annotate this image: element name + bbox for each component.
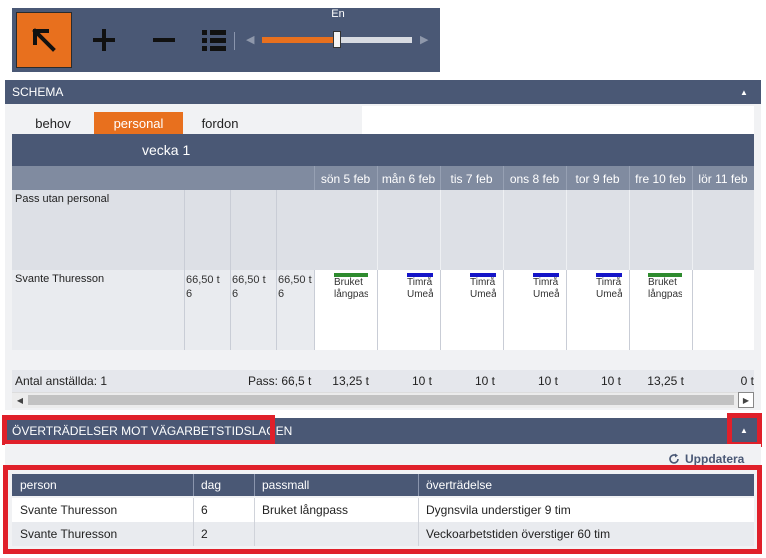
schema-header: SCHEMA (5, 80, 761, 104)
zoom-slider-fill (262, 37, 337, 43)
day-total: 10 t (474, 374, 495, 388)
day-total: 0 t (740, 374, 754, 388)
day-total: 10 t (411, 374, 432, 388)
hours-value: 66,50 t 6 (186, 274, 220, 300)
scrollbar-thumb[interactable] (28, 395, 734, 405)
hours-value: 66,50 t 6 (278, 274, 312, 300)
shift-block[interactable]: Bruketlångpass (334, 277, 368, 301)
highlight-box (3, 465, 762, 554)
scroll-right-icon[interactable]: ▶ (738, 392, 754, 408)
week-header: vecka 1 (12, 134, 754, 166)
plus-icon (93, 29, 115, 51)
select-tool-button[interactable] (16, 12, 72, 68)
day-header-mon: mån 6 feb (381, 172, 436, 186)
zoom-slider-thumb[interactable] (333, 31, 341, 48)
totals-row: Antal anställda: 1 Pass: 66,5 t 13,25 t … (12, 370, 754, 392)
shift-block[interactable]: Timrå Umeå (470, 277, 496, 301)
tab-personal[interactable]: personal (94, 112, 183, 134)
day-header-sun: sön 5 feb (320, 172, 371, 186)
day-header-thu: tor 9 feb (575, 172, 620, 186)
employee-count: Antal anställda: 1 (15, 374, 108, 388)
day-total: 10 t (600, 374, 621, 388)
hours-value: 66,50 t 6 (232, 274, 266, 300)
minus-icon (153, 38, 175, 42)
day-header-fri: fre 10 feb (635, 172, 686, 186)
pass-total: Pass: 66,5 t (248, 374, 312, 388)
day-total: 13,25 t (647, 374, 684, 388)
add-button[interactable] (76, 12, 132, 68)
schedule-row-unassigned: Pass utan personal (12, 190, 754, 270)
shift-block[interactable]: Timrå Umeå (596, 277, 622, 301)
toolbar-divider (234, 32, 235, 50)
day-header-wed: ons 8 feb (509, 172, 560, 186)
day-total: 10 t (537, 374, 558, 388)
tab-behov[interactable]: behov (22, 112, 84, 134)
select-arrow-icon (32, 28, 56, 52)
zoom-left-arrow-icon[interactable]: ◀ (246, 33, 254, 46)
row-name: Pass utan personal (15, 193, 110, 205)
scroll-left-icon[interactable]: ◀ (12, 392, 28, 408)
list-icon (202, 30, 226, 51)
zoom-right-arrow-icon[interactable]: ▶ (420, 33, 428, 46)
week-label: vecka 1 (142, 142, 191, 158)
day-total: 13,25 t (332, 374, 369, 388)
day-header-sat: lör 11 feb (698, 172, 748, 186)
schema-tabs: behov personal fordon (12, 106, 362, 134)
row-name: Svante Thuresson (15, 273, 105, 285)
tab-fordon[interactable]: fordon (190, 112, 250, 134)
shift-block[interactable]: Bruketlångpass (648, 277, 682, 301)
schedule-row-person: Svante Thuresson 66,50 t 6 66,50 t 6 66,… (12, 270, 754, 350)
tabs-filler (362, 106, 754, 134)
shift-block[interactable]: Timrå Umeå (407, 277, 433, 301)
refresh-icon (669, 453, 679, 464)
highlight-box (727, 413, 762, 447)
zoom-label: En (331, 8, 345, 20)
refresh-label: Uppdatera (685, 452, 745, 466)
schema-title: SCHEMA (12, 85, 64, 99)
day-header-tue: tis 7 feb (450, 172, 493, 186)
remove-button[interactable] (136, 12, 192, 68)
schema-collapse-icon[interactable]: ▲ (740, 88, 748, 97)
day-header-row: sön 5 feb mån 6 feb tis 7 feb ons 8 feb … (12, 166, 754, 190)
highlight-box (2, 415, 275, 445)
shift-block[interactable]: Timrå Umeå (533, 277, 559, 301)
